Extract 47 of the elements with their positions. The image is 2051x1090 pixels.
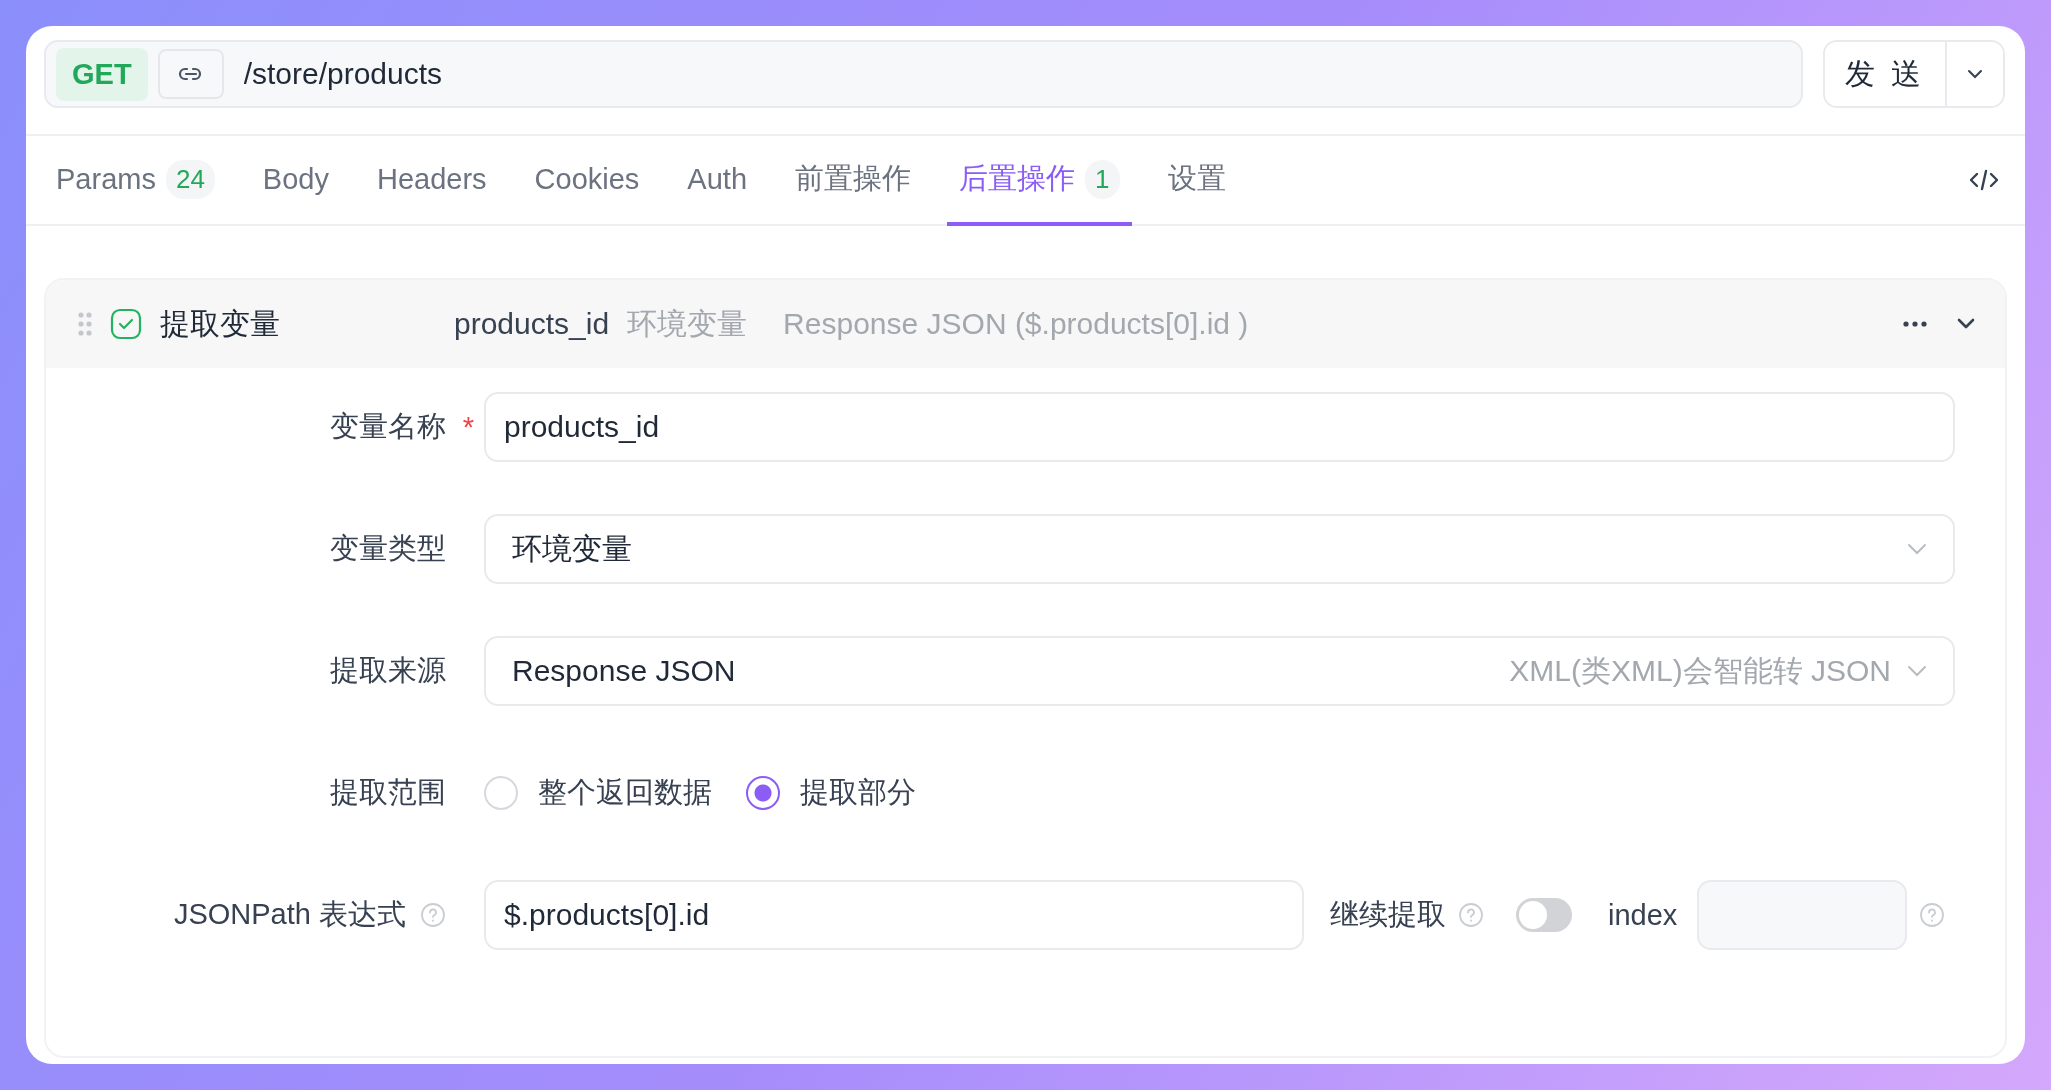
tab[interactable]: Cookies bbox=[522, 136, 652, 226]
select-field[interactable]: Response JSON XML(类XML)会智能转 JSON bbox=[484, 636, 1955, 706]
tab[interactable]: 前置操作 bbox=[783, 136, 924, 226]
field-label: JSONPath 表达式 bbox=[173, 897, 406, 932]
continue-label: 继续提取 bbox=[1330, 897, 1446, 932]
radio-option[interactable]: 提取部分 bbox=[746, 773, 916, 813]
tab[interactable]: Headers bbox=[364, 136, 499, 226]
select-hint: XML(类XML)会智能转 JSON bbox=[1509, 652, 1891, 689]
help-icon[interactable] bbox=[420, 902, 446, 928]
required-mark: * bbox=[462, 411, 474, 444]
field-label: 提取范围 bbox=[330, 775, 446, 810]
code-icon[interactable] bbox=[1969, 168, 1999, 192]
select-field[interactable]: 环境变量 bbox=[484, 514, 1955, 584]
toggle-switch[interactable] bbox=[1516, 898, 1572, 932]
more-icon[interactable] bbox=[1903, 321, 1927, 327]
field-label: 提取来源 bbox=[330, 653, 446, 688]
method-badge[interactable]: GET bbox=[56, 47, 148, 101]
help-icon[interactable] bbox=[1919, 902, 1946, 928]
chevron-down-icon bbox=[1967, 69, 1983, 79]
tab[interactable]: Auth bbox=[675, 136, 760, 226]
index-label: index bbox=[1608, 898, 1678, 932]
summary-type: 环境变量 bbox=[627, 305, 748, 342]
radio-option[interactable]: 整个返回数据 bbox=[484, 773, 712, 813]
count-badge: 24 bbox=[165, 159, 215, 199]
operation-title: 提取变量 bbox=[160, 305, 281, 342]
tab[interactable]: Body bbox=[250, 136, 341, 226]
field-label: 变量名称 bbox=[330, 409, 446, 444]
help-icon[interactable] bbox=[1458, 902, 1484, 928]
radio-button[interactable] bbox=[746, 776, 780, 810]
field-label: 变量类型 bbox=[330, 531, 446, 566]
drag-handle-icon[interactable] bbox=[78, 312, 92, 336]
summary-source: Response JSON ($.products[0].id ) bbox=[783, 307, 1249, 341]
chevron-icon[interactable] bbox=[1957, 318, 1975, 330]
tab[interactable]: 设置 bbox=[1155, 136, 1238, 226]
link-button[interactable] bbox=[157, 49, 224, 99]
count-badge: 1 bbox=[1085, 159, 1120, 199]
send-button[interactable]: 发 送 bbox=[1825, 42, 1947, 106]
input-field[interactable]: products_id bbox=[484, 392, 1955, 462]
summary-name: products_id bbox=[454, 307, 610, 341]
chevron-down-icon bbox=[1907, 665, 1927, 677]
checkbox[interactable] bbox=[110, 308, 142, 340]
link-icon bbox=[177, 66, 204, 82]
chevron-down-icon bbox=[1907, 543, 1927, 555]
jsonpath-input[interactable]: $.products[0].id bbox=[484, 880, 1304, 950]
tab[interactable]: Params 24 bbox=[44, 136, 227, 226]
url-field[interactable]: GET /store/products bbox=[44, 40, 1803, 108]
tab[interactable]: 后置操作 1 bbox=[947, 136, 1132, 226]
